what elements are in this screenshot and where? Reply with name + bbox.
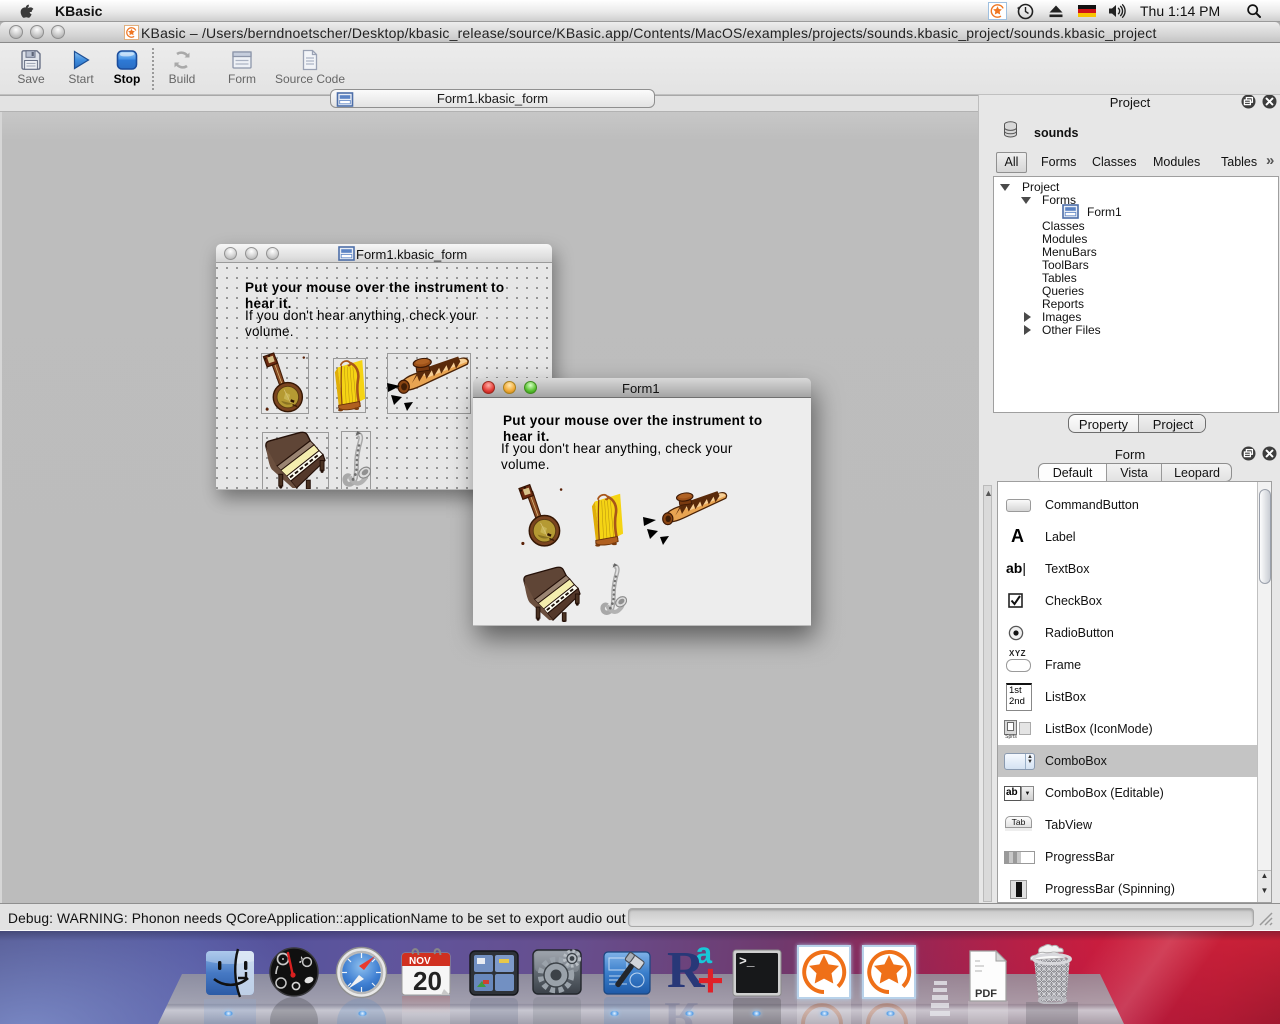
svg-text:>_: >_: [739, 954, 755, 969]
svg-text:20: 20: [413, 966, 442, 996]
svg-text:PDF: PDF: [975, 988, 997, 1000]
